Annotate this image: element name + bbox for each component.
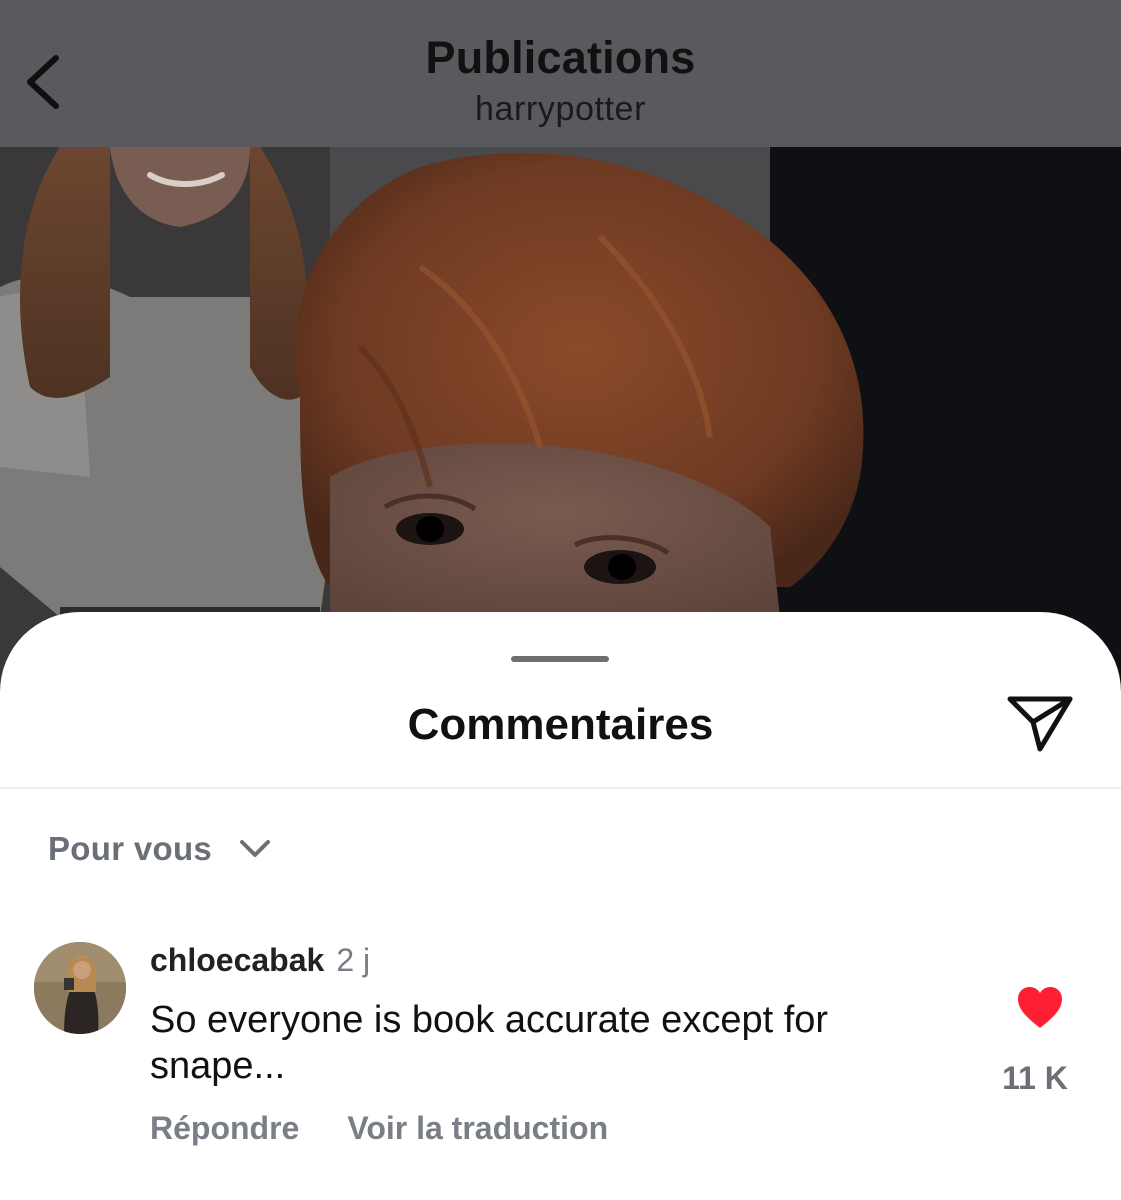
like-count: 11 K [1002, 1060, 1068, 1096]
sort-label: Pour vous [48, 830, 213, 867]
share-button[interactable] [1004, 692, 1076, 754]
reply-button[interactable]: Répondre [150, 1110, 299, 1147]
comment-text: So everyone is book accurate except for … [150, 999, 829, 1087]
comments-title: Commentaires [407, 700, 714, 749]
heart-filled-icon [1018, 987, 1062, 1028]
see-translation-button[interactable]: Voir la traduction [347, 1110, 608, 1147]
comment-actions: Répondre Voir la traduction [150, 1110, 608, 1147]
app-screen: Publications harrypotter Commentaires Po… [0, 0, 1121, 1200]
like-button[interactable] [1016, 986, 1064, 1030]
avatar[interactable] [34, 942, 126, 1034]
chevron-down-icon [240, 840, 271, 857]
sheet-grabber-handle[interactable] [511, 656, 609, 662]
page-subtitle: harrypotter [474, 90, 646, 128]
comment-timestamp: 2 j [336, 942, 371, 978]
top-bar: Publications harrypotter [0, 0, 1121, 147]
sheet-divider [0, 787, 1121, 789]
comments-sheet: Commentaires Pour vous chloecabak 2 j So… [0, 612, 1121, 1200]
comment-meta: chloecabak 2 j [150, 942, 370, 986]
send-icon [1007, 696, 1073, 752]
comment-username[interactable]: chloecabak [150, 942, 324, 979]
avatar-photo [34, 942, 126, 1034]
sort-dropdown[interactable]: Pour vous [48, 824, 272, 874]
page-title: Publications [425, 32, 696, 83]
